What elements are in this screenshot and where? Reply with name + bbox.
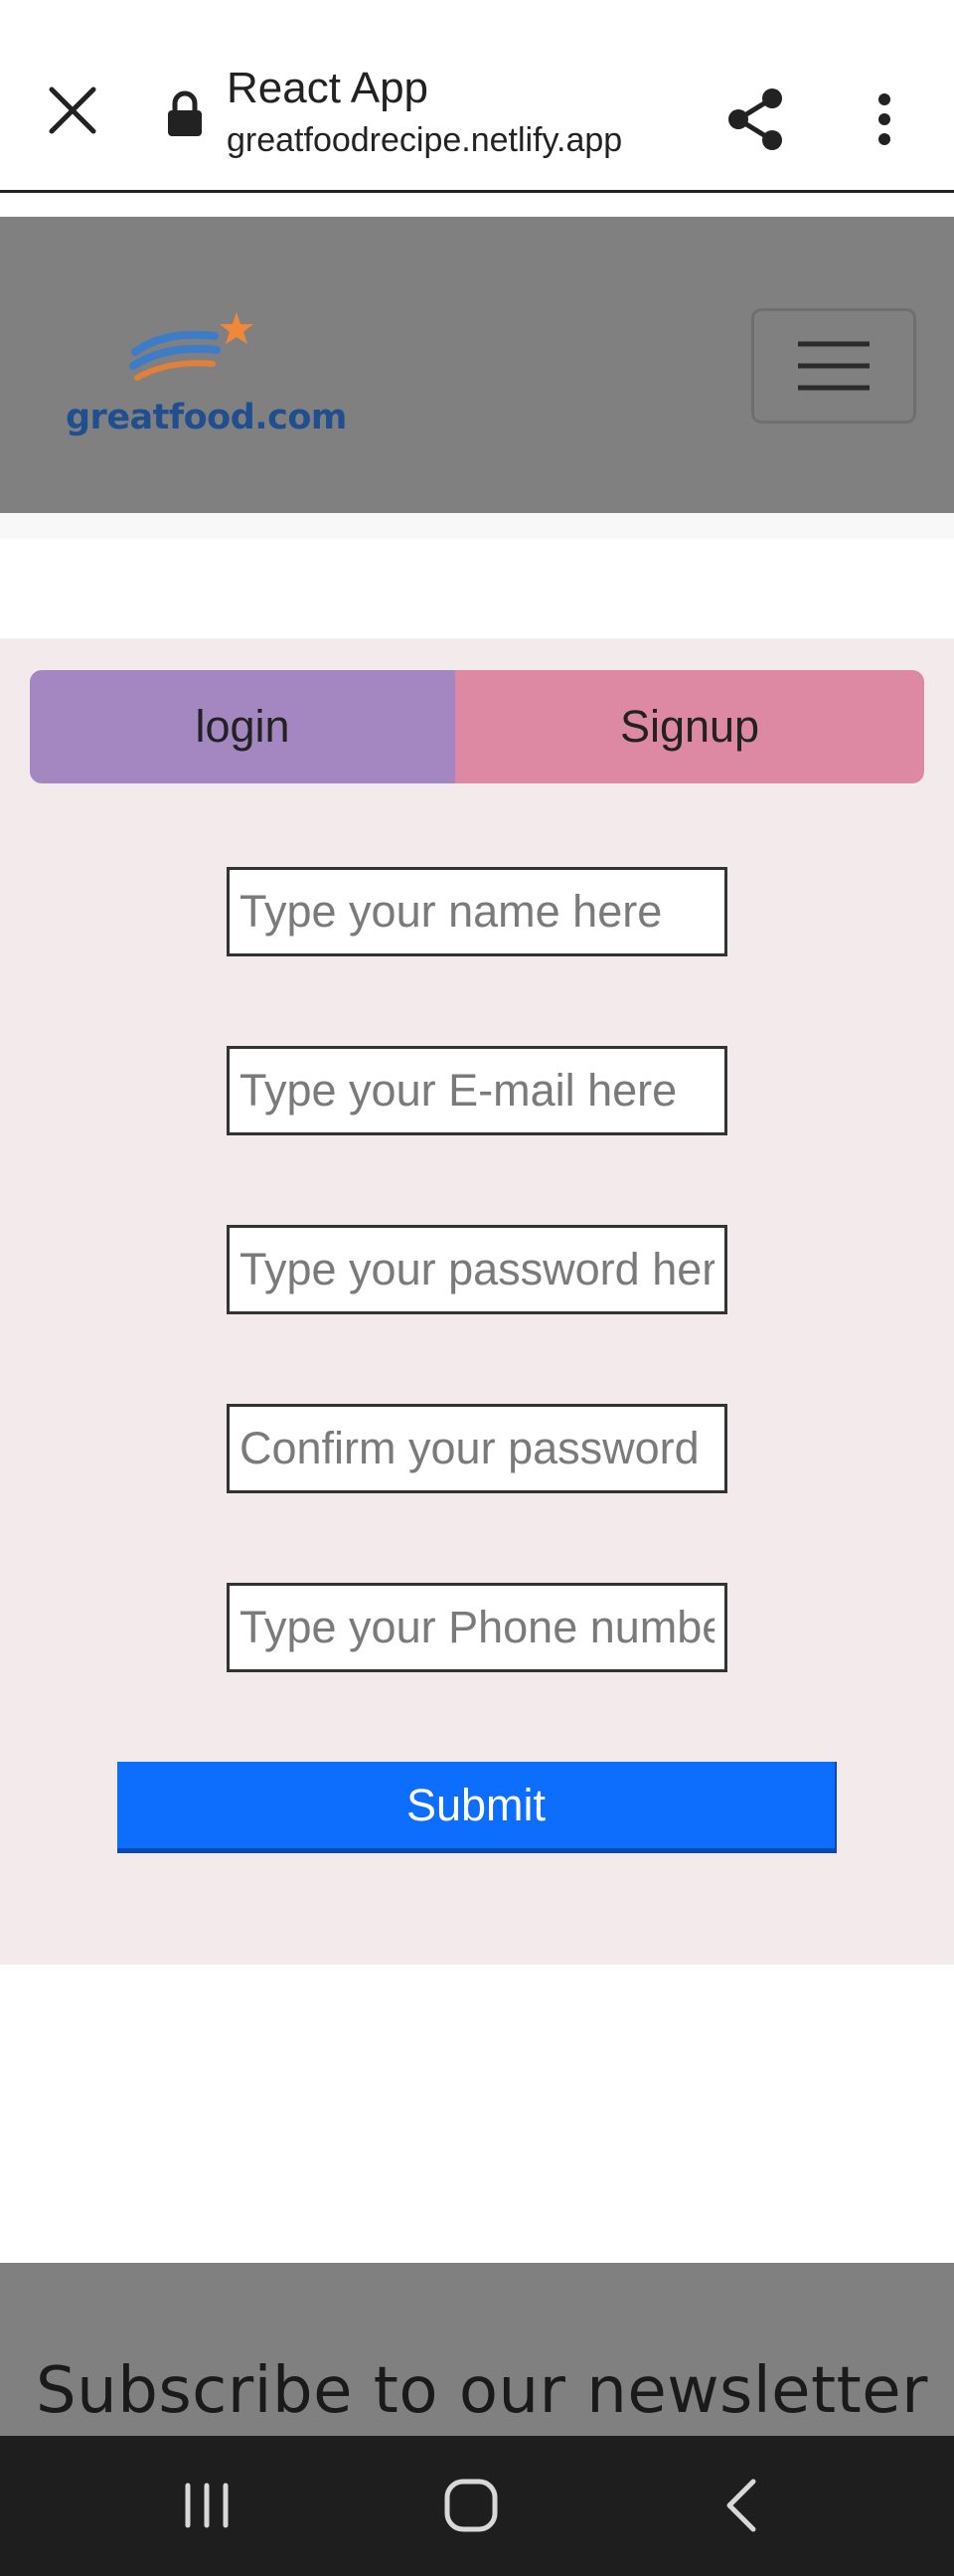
password-input[interactable]	[227, 1225, 727, 1314]
email-input[interactable]	[227, 1046, 727, 1135]
recent-apps-icon	[185, 2483, 229, 2528]
hamburger-icon	[798, 341, 870, 391]
brand-name: greatfood.com	[66, 398, 347, 437]
lock-icon	[168, 90, 202, 136]
back-icon	[726, 2479, 756, 2532]
browser-toolbar: React App greatfoodrecipe.netlify.app	[0, 14, 954, 193]
back-button[interactable]	[702, 2466, 781, 2545]
system-navigation-bar	[0, 2436, 954, 2576]
newsletter-heading: Subscribe to our newsletter	[36, 2354, 928, 2428]
name-input[interactable]	[227, 867, 727, 956]
confirm-password-input[interactable]	[227, 1404, 727, 1493]
more-vert-icon	[878, 93, 890, 145]
page-url[interactable]: greatfoodrecipe.netlify.app	[227, 121, 622, 160]
page-title: React App	[227, 64, 429, 112]
share-button[interactable]	[716, 80, 795, 159]
close-button[interactable]	[36, 74, 109, 147]
home-button[interactable]	[431, 2466, 511, 2545]
status-bar	[0, 0, 954, 14]
tab-signup[interactable]: Signup	[455, 670, 924, 783]
signup-form-section: login Signup Submit	[0, 638, 954, 1965]
footer: Subscribe to our newsletter	[0, 2263, 954, 2462]
brand-logo[interactable]: greatfood.com	[66, 312, 347, 451]
site-navbar: greatfood.com	[0, 217, 954, 513]
close-icon	[49, 86, 96, 134]
logo-mark-icon	[129, 312, 253, 381]
more-options-button[interactable]	[855, 80, 914, 159]
navbar-divider	[0, 513, 954, 539]
auth-tabs: login Signup	[30, 670, 924, 783]
navbar-toggle-button[interactable]	[751, 308, 916, 424]
home-icon	[444, 2479, 498, 2532]
recent-apps-button[interactable]	[167, 2466, 246, 2545]
phone-input[interactable]	[227, 1583, 727, 1672]
submit-button[interactable]: Submit	[117, 1762, 837, 1853]
share-icon	[728, 88, 782, 150]
tab-login[interactable]: login	[30, 670, 455, 783]
